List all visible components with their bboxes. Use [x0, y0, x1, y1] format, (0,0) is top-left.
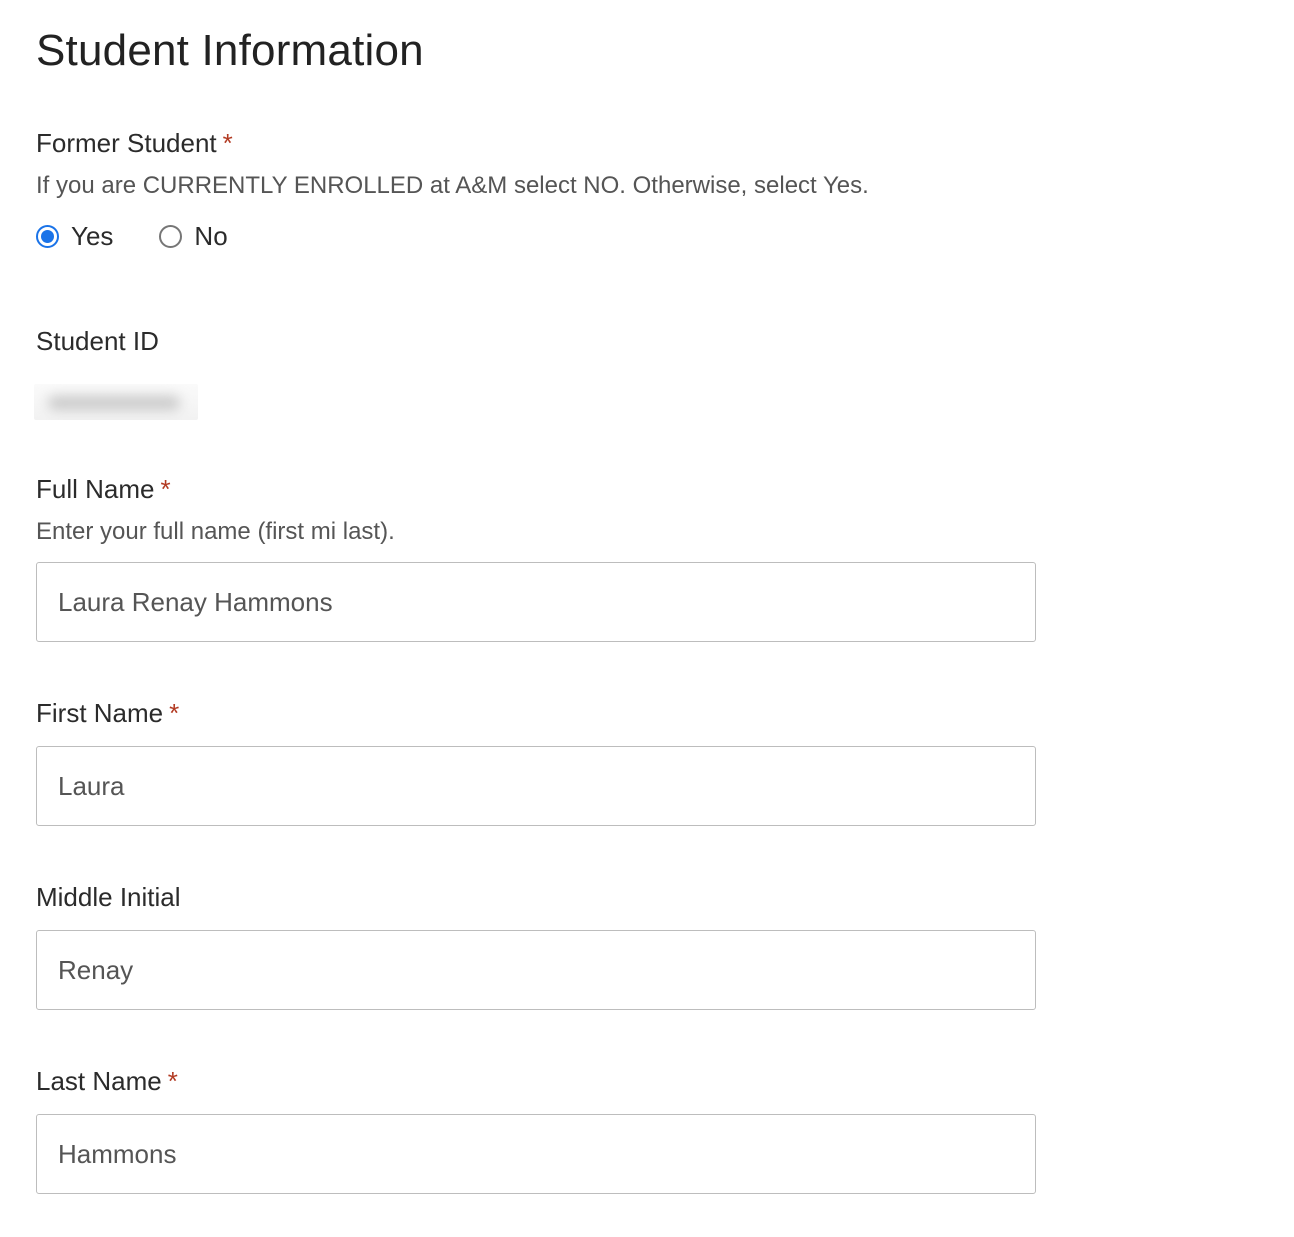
first-name-label: First Name * [36, 698, 179, 729]
last-name-input[interactable] [36, 1114, 1036, 1194]
required-asterisk: * [169, 698, 180, 728]
radio-yes-selected[interactable] [36, 225, 59, 248]
last-name-label: Last Name * [36, 1066, 178, 1097]
radio-no-unselected[interactable] [159, 225, 183, 248]
student-id-redacted-value [34, 384, 198, 420]
middle-initial-input[interactable] [36, 930, 1036, 1010]
radio-yes-label: Yes [71, 221, 114, 251]
radio-option-no[interactable]: No [159, 221, 228, 252]
last-name-label-text: Last Name [36, 1066, 162, 1096]
former-student-label-text: Former Student [36, 128, 217, 158]
former-student-help-text: If you are CURRENTLY ENROLLED at A&M sel… [36, 172, 869, 199]
full-name-input[interactable] [36, 562, 1036, 642]
former-student-radio-group: Yes No [36, 221, 274, 252]
radio-no-label: No [194, 221, 228, 251]
required-asterisk: * [167, 1066, 178, 1096]
middle-initial-label: Middle Initial [36, 882, 181, 912]
page-title: Student Information [36, 26, 424, 75]
student-information-form: Student Information Former Student * If y… [0, 0, 1294, 1237]
required-asterisk: * [160, 474, 171, 504]
full-name-label-text: Full Name [36, 474, 155, 504]
full-name-label: Full Name * [36, 474, 171, 505]
required-asterisk: * [222, 128, 233, 158]
former-student-label: Former Student * [36, 128, 233, 159]
student-id-label: Student ID [36, 326, 159, 356]
first-name-label-text: First Name [36, 698, 164, 728]
radio-option-yes[interactable]: Yes [36, 221, 113, 252]
full-name-help-text: Enter your full name (first mi last). [36, 518, 395, 545]
first-name-input[interactable] [36, 746, 1036, 826]
